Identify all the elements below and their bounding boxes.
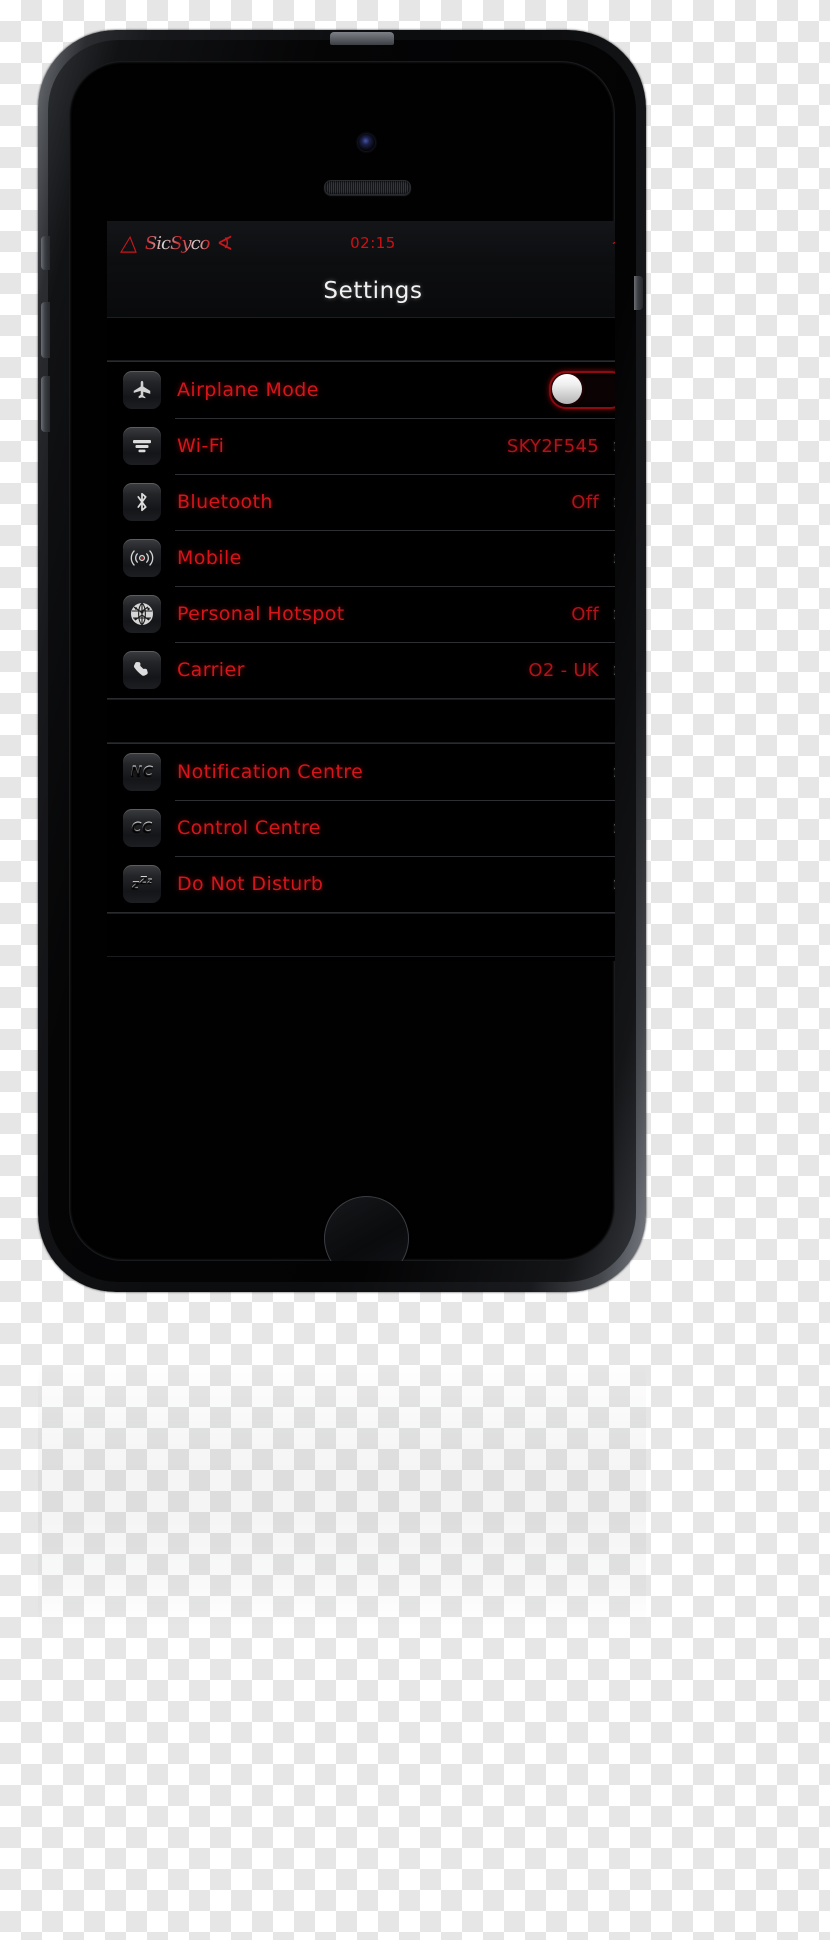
settings-row-mobile[interactable]: Mobile » xyxy=(107,530,615,586)
earpiece-speaker xyxy=(324,180,411,195)
settings-row-bluetooth[interactable]: Bluetooth Off » xyxy=(107,474,615,530)
wifi-bars-icon xyxy=(123,427,161,465)
settings-row-personal-hotspot[interactable]: Personal Hotspot Off » xyxy=(107,586,615,642)
section-gap xyxy=(107,318,615,361)
settings-row-label: Control Centre xyxy=(177,817,321,839)
battery-icon: ⎷ xyxy=(613,234,615,253)
settings-row-value: SKY2F545 xyxy=(506,435,599,457)
settings-row-do-not-disturb[interactable]: zZz Do Not Disturb » xyxy=(107,856,615,912)
chevron-right-icon: » xyxy=(611,818,615,838)
volume-up-button[interactable] xyxy=(41,302,50,358)
chevron-right-icon: » xyxy=(611,492,615,512)
chevron-right-icon: » xyxy=(611,604,615,624)
airplane-icon xyxy=(123,371,161,409)
chevron-right-icon: » xyxy=(611,436,615,456)
status-bar-right: ⎷ xyxy=(613,221,615,265)
device-bezel: △ SicSyco ∢ 02:15 ⎷ Settings xyxy=(69,61,615,1261)
notification-centre-icon: NC xyxy=(123,753,161,791)
chevron-right-icon: » xyxy=(611,762,615,782)
settings-row-airplane-mode[interactable]: Airplane Mode xyxy=(107,362,615,418)
phone-screen: △ SicSyco ∢ 02:15 ⎷ Settings xyxy=(107,221,615,961)
silent-switch[interactable] xyxy=(41,236,50,270)
chevron-right-icon: » xyxy=(611,548,615,568)
do-not-disturb-icon: zZz xyxy=(123,865,161,903)
cellular-radio-icon xyxy=(123,539,161,577)
settings-row-value: Off xyxy=(571,603,599,625)
status-bar-clock: 02:15 xyxy=(107,221,615,265)
phone-handset-icon xyxy=(123,651,161,689)
settings-row-label: Airplane Mode xyxy=(177,379,319,401)
section-gap xyxy=(107,699,615,743)
clock-label: 02:15 xyxy=(350,234,396,252)
settings-row-label: Wi-Fi xyxy=(177,435,225,457)
right-side-button[interactable] xyxy=(634,276,643,310)
settings-group-connectivity: Airplane Mode Wi-Fi SKY2F545 » Bluetooth Off »… xyxy=(107,361,615,699)
airplane-mode-toggle[interactable] xyxy=(549,371,615,409)
iphone-device-frame: △ SicSyco ∢ 02:15 ⎷ Settings xyxy=(38,30,646,1292)
settings-row-label: Notification Centre xyxy=(177,761,364,783)
navigation-bar: Settings xyxy=(107,265,615,318)
bluetooth-icon xyxy=(123,483,161,521)
chevron-right-icon: » xyxy=(611,660,615,680)
status-bar: △ SicSyco ∢ 02:15 ⎷ xyxy=(107,221,615,265)
device-reflection xyxy=(38,1300,646,1630)
settings-row-carrier[interactable]: Carrier O2 - UK » xyxy=(107,642,615,698)
power-button[interactable] xyxy=(330,32,394,45)
toggle-knob[interactable] xyxy=(552,374,582,404)
settings-table: Airplane Mode Wi-Fi SKY2F545 » Bluetooth Off »… xyxy=(107,318,615,959)
section-gap xyxy=(107,913,615,957)
settings-row-control-centre[interactable]: CC Control Centre » xyxy=(107,800,615,856)
home-button[interactable] xyxy=(324,1196,409,1261)
settings-row-wi-fi[interactable]: Wi-Fi SKY2F545 » xyxy=(107,418,615,474)
chevron-right-icon: » xyxy=(611,874,615,894)
settings-group-notifications: NCNotification Centre»CCControl Centre»z… xyxy=(107,743,615,913)
settings-row-value: Off xyxy=(571,491,599,513)
page-title: Settings xyxy=(323,278,423,304)
settings-row-label: Bluetooth xyxy=(177,491,273,513)
settings-row-value: O2 - UK xyxy=(528,659,599,681)
settings-row-label: Carrier xyxy=(177,659,245,681)
settings-row-label: Mobile xyxy=(177,547,242,569)
personal-hotspot-icon xyxy=(123,595,161,633)
device-inner-frame: △ SicSyco ∢ 02:15 ⎷ Settings xyxy=(41,32,643,1282)
settings-row-notification-centre[interactable]: NC Notification Centre » xyxy=(107,744,615,800)
control-centre-icon: CC xyxy=(123,809,161,847)
front-camera-icon xyxy=(358,134,375,151)
volume-down-button[interactable] xyxy=(41,376,50,432)
settings-row-label: Do Not Disturb xyxy=(177,873,324,895)
settings-row-label: Personal Hotspot xyxy=(177,603,345,625)
